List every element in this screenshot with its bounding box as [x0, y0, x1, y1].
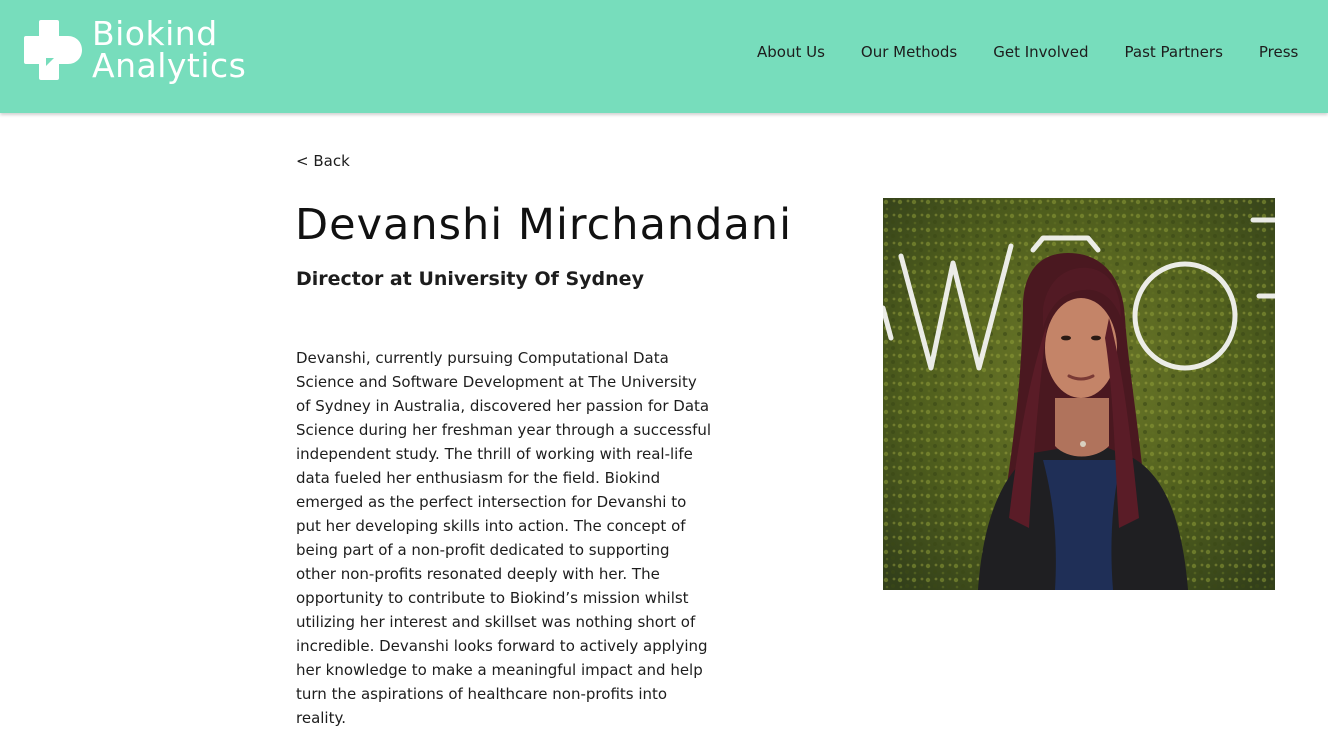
nav-item-our-methods[interactable]: Our Methods — [861, 43, 957, 61]
brand-name-line-2: Analytics — [92, 46, 247, 85]
nav-item-get-involved[interactable]: Get Involved — [993, 43, 1088, 61]
nav-item-about-us[interactable]: About Us — [757, 43, 825, 61]
nav-item-past-partners[interactable]: Past Partners — [1125, 43, 1223, 61]
brand-logo[interactable]: Biokind Analytics — [24, 17, 247, 85]
portrait-illustration — [883, 198, 1275, 590]
back-link[interactable]: < Back — [296, 152, 350, 170]
nav-item-press[interactable]: Press — [1259, 43, 1298, 61]
main-nav: About Us Our Methods Get Involved Past P… — [757, 43, 1298, 61]
profile-name: Devanshi Mirchandani — [295, 200, 793, 250]
site-header: Biokind Analytics About Us Our Methods G… — [0, 0, 1328, 113]
profile-bio: Devanshi, currently pursuing Computation… — [296, 349, 712, 727]
cross-bubble-logo-icon — [24, 20, 82, 80]
brand-name: Biokind Analytics — [92, 17, 247, 85]
profile-photo — [883, 198, 1275, 590]
profile-role: Director at University Of Sydney — [296, 268, 644, 290]
